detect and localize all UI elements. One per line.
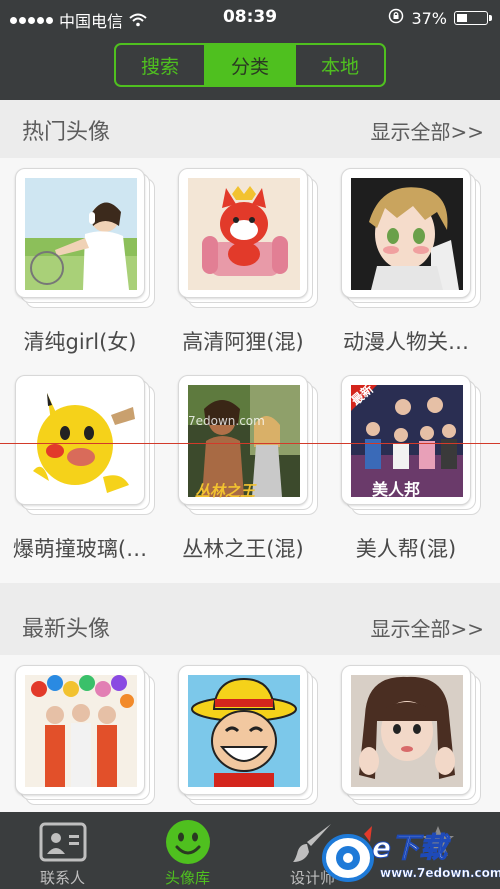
- tab-label: 联系人: [39, 869, 85, 887]
- tab-label: 头像库: [164, 869, 210, 887]
- segment-search[interactable]: 搜索: [116, 45, 204, 85]
- thumbnail-stack: [15, 375, 155, 515]
- segmented-control: 搜索 分类 本地: [114, 43, 386, 87]
- thumbnail-stack: [15, 168, 155, 308]
- avatar-set-card[interactable]: 爆萌撞玻璃(…: [0, 375, 160, 575]
- poster-title: 美人邦: [372, 480, 421, 499]
- thumbnail-stack: 丛林之王: [178, 375, 318, 515]
- thumbnail-stack: [341, 168, 481, 308]
- avatar-set-card[interactable]: [326, 665, 486, 812]
- thumbnail-stack: [178, 665, 318, 805]
- thumbnail-straw-hat-cartoon: [188, 675, 300, 787]
- avatar-set-caption: 丛林之王(混): [182, 537, 304, 561]
- section-body-hot: 清纯girl(女) 高清阿狸(混) 动漫人物关… 爆萌撞玻璃(… 丛林之王 丛林…: [0, 158, 500, 583]
- thumbnail-stack: 最新 美人邦: [341, 375, 481, 515]
- thumbnail-pikachu-glass: [25, 385, 137, 497]
- tab-contacts[interactable]: 联系人: [0, 812, 125, 889]
- section-header-hot: 热门头像 显示全部>>: [0, 100, 500, 158]
- avatar-set-card[interactable]: 高清阿狸(混): [163, 168, 323, 368]
- poster-title: 丛林之王: [195, 482, 256, 500]
- watermark-text: 7edown.com: [188, 414, 265, 428]
- contact-card-icon: [38, 818, 88, 866]
- status-right: 37%: [388, 8, 492, 28]
- section-header-new: 最新头像 显示全部>>: [0, 597, 500, 655]
- avatar-set-caption: 动漫人物关…: [343, 330, 469, 354]
- segment-local[interactable]: 本地: [294, 45, 384, 85]
- site-logo-url: www.7edown.com: [380, 866, 500, 880]
- thumbnail-girl-with-headphones: [25, 178, 137, 290]
- thumbnail-girl-with-pigtails: [351, 675, 463, 787]
- site-logo-name: e下载: [372, 831, 448, 865]
- tab-avatar-library[interactable]: 头像库: [125, 812, 250, 889]
- avatar-set-caption: 爆萌撞玻璃(…: [12, 537, 148, 561]
- thumbnail-stack: [15, 665, 155, 805]
- battery-icon: [454, 11, 492, 25]
- show-all-link[interactable]: 显示全部>>: [370, 116, 484, 145]
- battery-percent: 37%: [411, 8, 447, 28]
- avatar-set-card[interactable]: [0, 665, 160, 812]
- show-all-link[interactable]: 显示全部>>: [370, 613, 484, 642]
- section-body-new: [0, 655, 500, 812]
- avatar-set-caption: 美人帮(混): [355, 537, 457, 561]
- thumbnail-stack: [341, 665, 481, 805]
- nav-bar: 搜索 分类 本地: [0, 34, 500, 100]
- avatar-set-caption: 高清阿狸(混): [182, 330, 304, 354]
- site-logo: e下载 www.7edown.com: [320, 822, 500, 884]
- section-title: 最新头像: [22, 617, 111, 642]
- segment-category[interactable]: 分类: [204, 45, 294, 85]
- avatar-set-card[interactable]: [163, 665, 323, 812]
- avatar-set-card[interactable]: 最新 美人邦 美人帮(混): [326, 375, 486, 575]
- section-title: 热门头像: [22, 120, 111, 145]
- avatar-set-card[interactable]: 清纯girl(女): [0, 168, 160, 368]
- thumbnail-red-fox-cartoon: [188, 178, 300, 290]
- rotation-lock-icon: [388, 8, 404, 28]
- thumbnail-stack: [178, 168, 318, 308]
- avatar-set-card[interactable]: 动漫人物关…: [326, 168, 486, 368]
- avatar-set-caption: 清纯girl(女): [23, 330, 137, 354]
- thumbnail-anime-boy: [351, 178, 463, 290]
- red-divider-line: [0, 443, 500, 444]
- smiley-icon: [163, 818, 213, 866]
- avatar-set-card[interactable]: 丛林之王 丛林之王(混): [163, 375, 323, 575]
- status-bar: 中国电信 08:39 37%: [0, 0, 500, 34]
- thumbnail-group-with-balloons: [25, 675, 137, 787]
